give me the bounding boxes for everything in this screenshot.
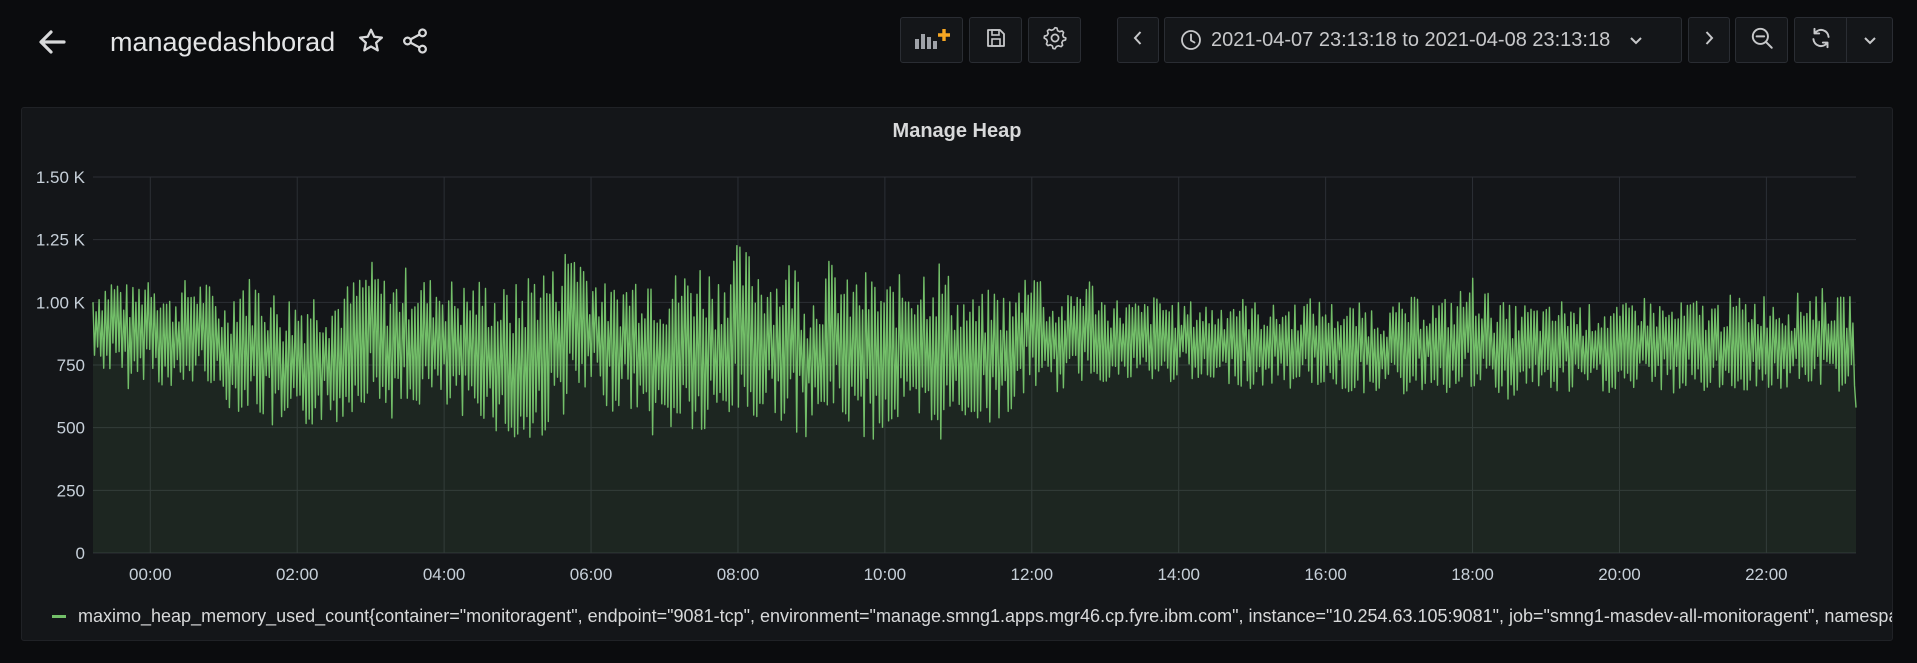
clock-icon bbox=[1179, 28, 1203, 52]
x-tick-label: 18:00 bbox=[1451, 565, 1494, 584]
arrow-left-icon[interactable] bbox=[34, 24, 70, 60]
legend-series-swatch[interactable] bbox=[52, 614, 66, 618]
dashboard-title[interactable]: managedashborad bbox=[110, 24, 335, 60]
chevron-right-icon bbox=[1702, 29, 1716, 52]
x-tick-label: 02:00 bbox=[276, 565, 319, 584]
y-tick-label: 0 bbox=[76, 544, 85, 563]
x-tick-label: 16:00 bbox=[1304, 565, 1347, 584]
graph-panel: Manage Heap 0 250 500 750 1.00 K 1.25 K 1.50 K… bbox=[21, 107, 1893, 641]
time-shift-back-button[interactable] bbox=[1117, 17, 1159, 63]
x-tick-label: 14:00 bbox=[1157, 565, 1200, 584]
gear-icon bbox=[1042, 25, 1068, 56]
x-tick-label: 22:00 bbox=[1745, 565, 1788, 584]
add-panel-icon bbox=[913, 25, 951, 56]
y-tick-label: 1.50 K bbox=[36, 168, 86, 187]
x-tick-label: 10:00 bbox=[864, 565, 907, 584]
chart-legend: maximo_heap_memory_used_count{container=… bbox=[52, 602, 1892, 630]
dashboard-navbar: managedashborad 2021-04-07 23:13:18 to 2… bbox=[0, 0, 1917, 90]
x-tick-label: 04:00 bbox=[423, 565, 466, 584]
heap-line-chart[interactable]: 0 250 500 750 1.00 K 1.25 K 1.50 K 00:00 02:00 04… bbox=[22, 108, 1892, 598]
chevron-down-icon bbox=[1862, 32, 1878, 48]
refresh-button[interactable] bbox=[1794, 17, 1847, 63]
add-panel-button[interactable] bbox=[900, 17, 963, 63]
zoom-out-button[interactable] bbox=[1735, 17, 1788, 63]
y-tick-label: 250 bbox=[57, 481, 85, 500]
x-tick-label: 00:00 bbox=[129, 565, 172, 584]
save-dashboard-button[interactable] bbox=[969, 17, 1022, 63]
dashboard-settings-button[interactable] bbox=[1028, 17, 1081, 63]
chevron-down-icon bbox=[1628, 32, 1644, 48]
chevron-left-icon bbox=[1131, 29, 1145, 52]
x-tick-label: 20:00 bbox=[1598, 565, 1641, 584]
y-tick-label: 1.25 K bbox=[36, 231, 86, 250]
x-tick-label: 06:00 bbox=[570, 565, 613, 584]
legend-series-label[interactable]: maximo_heap_memory_used_count{container=… bbox=[78, 606, 1892, 627]
y-tick-label: 750 bbox=[57, 356, 85, 375]
y-tick-label: 1.00 K bbox=[36, 293, 86, 312]
save-icon bbox=[984, 26, 1008, 55]
time-range-picker[interactable]: 2021-04-07 23:13:18 to 2021-04-08 23:13:… bbox=[1164, 17, 1682, 63]
time-shift-forward-button[interactable] bbox=[1688, 17, 1730, 63]
refresh-icon bbox=[1808, 25, 1834, 56]
refresh-interval-dropdown[interactable] bbox=[1846, 17, 1893, 63]
zoom-out-icon bbox=[1749, 25, 1775, 56]
y-tick-label: 500 bbox=[57, 419, 85, 438]
share-icon[interactable] bbox=[400, 26, 430, 56]
x-tick-label: 08:00 bbox=[717, 565, 760, 584]
star-icon[interactable] bbox=[356, 26, 386, 56]
time-range-label: 2021-04-07 23:13:18 to 2021-04-08 23:13:… bbox=[1211, 28, 1611, 51]
x-tick-label: 12:00 bbox=[1011, 565, 1054, 584]
